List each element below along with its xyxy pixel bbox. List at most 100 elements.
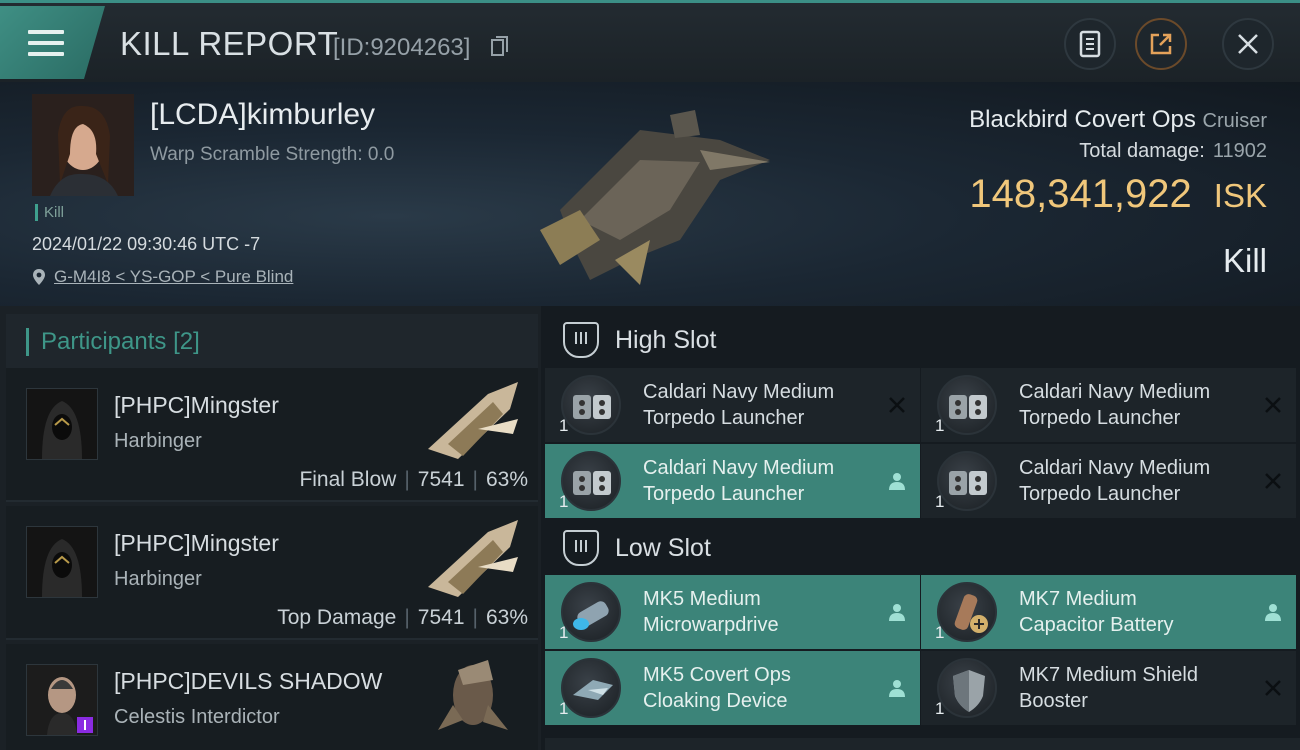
total-damage-label: Total damage:: [1079, 140, 1205, 162]
participant-card[interactable]: [PHPC]DEVILS SHADOW Celestis Interdictor: [6, 644, 538, 750]
fitting-item[interactable]: 1 MK7 Medium Capacitor Battery: [921, 575, 1296, 649]
mid-slot-header-partial: [545, 738, 1300, 750]
high-slot-label: High Slot: [615, 325, 717, 354]
high-slot-header: High Slot: [545, 310, 1300, 370]
participant-ship-image: [428, 382, 518, 459]
close-button[interactable]: [1222, 18, 1274, 70]
fitting-item[interactable]: 1 Caldari Navy Medium Torpedo Launcher: [545, 444, 920, 518]
victim-ship-image: [540, 110, 770, 285]
ship-name-text: Blackbird Covert Ops: [969, 106, 1196, 133]
fitting-item[interactable]: 1 Caldari Navy Medium Torpedo Launcher: [921, 368, 1296, 442]
low-slot-header: Low Slot: [545, 518, 1300, 578]
participant-card[interactable]: [PHPC]Mingster Harbinger Top Damage | 7541…: [6, 506, 538, 640]
destroyed-x-icon: [1265, 473, 1281, 489]
isk-value: 148,341,922 ISK: [969, 172, 1267, 217]
kill-datetime: 2024/01/22 09:30:46 UTC -7: [32, 234, 261, 254]
item-name: MK5 Covert Ops Cloaking Device: [643, 664, 791, 712]
high-slot-icon: [563, 322, 599, 358]
ship-class: Cruiser: [1202, 110, 1267, 132]
total-damage: Total damage: 11902: [1079, 140, 1267, 163]
participant-damage: 7541: [417, 468, 465, 491]
result-label: Kill: [1222, 242, 1267, 279]
destroyed-x-icon: [889, 397, 905, 413]
close-icon: [1238, 34, 1258, 54]
fitting-panel: High Slot 1 Caldari Navy Medium Torpedo L…: [541, 306, 1300, 750]
item-quantity: 1: [559, 416, 569, 435]
fitting-item[interactable]: 1 Caldari Navy Medium Torpedo Launcher: [921, 444, 1296, 518]
torpedo-launcher-icon: [561, 451, 621, 511]
item-name: Caldari Navy Medium Torpedo Launcher: [1019, 381, 1211, 429]
isk-amount: 148,341,922: [969, 172, 1192, 216]
item-quantity: 1: [935, 416, 945, 435]
participant-avatar: [26, 526, 98, 598]
torpedo-launcher-icon: [937, 451, 997, 511]
cloaking-device-icon: [561, 658, 621, 718]
share-button[interactable]: [1135, 18, 1187, 70]
participant-avatar: [26, 388, 98, 460]
capacitor-battery-icon: [937, 582, 997, 642]
victim-name[interactable]: [LCDA]kimburley: [150, 98, 375, 132]
torpedo-launcher-icon: [937, 375, 997, 435]
item-quantity: 1: [559, 623, 569, 642]
report-id: [ID:9204263]: [333, 34, 471, 61]
participant-ship-image: [438, 660, 508, 730]
total-damage-value: 11902: [1212, 140, 1267, 162]
victim-banner: [LCDA]kimburley Warp Scramble Strength: …: [0, 82, 1300, 306]
participants-header: Participants [2]: [6, 314, 538, 370]
dropped-person-icon: [1265, 604, 1281, 621]
participant-name: [PHPC]DEVILS SHADOW: [114, 668, 383, 694]
participant-role: Final Blow: [299, 468, 397, 491]
dropped-person-icon: [889, 680, 905, 697]
warp-scramble-strength: Warp Scramble Strength: 0.0: [150, 144, 395, 165]
participant-ship: Harbinger: [114, 430, 202, 452]
fitting-item[interactable]: 1 Caldari Navy Medium Torpedo Launcher: [545, 368, 920, 442]
share-icon: [1150, 33, 1172, 55]
torpedo-launcher-icon: [561, 375, 621, 435]
fitting-item[interactable]: 1 MK5 Covert Ops Cloaking Device: [545, 651, 920, 725]
page-title: KILL REPORT: [120, 25, 339, 62]
participant-stats: Top Damage | 7541 | 63%: [277, 606, 528, 629]
victim-portrait[interactable]: [32, 94, 134, 196]
menu-button[interactable]: [0, 6, 105, 79]
kill-location[interactable]: G-M4I8 < YS-GOP < Pure Blind: [32, 267, 293, 287]
low-slot-icon: [563, 530, 599, 566]
item-name: MK7 Medium Capacitor Battery: [1019, 588, 1174, 636]
clipboard-icon: [1079, 30, 1101, 58]
participant-role: Top Damage: [277, 606, 397, 629]
participant-ship-image: [428, 520, 518, 597]
microwarpdrive-icon: [561, 582, 621, 642]
dropped-person-icon: [889, 604, 905, 621]
item-quantity: 1: [559, 492, 569, 511]
participant-ship: Harbinger: [114, 568, 202, 590]
low-slot-label: Low Slot: [615, 533, 711, 562]
participant-name: [PHPC]Mingster: [114, 530, 279, 556]
dropped-person-icon: [889, 473, 905, 490]
item-quantity: 1: [935, 699, 945, 718]
victim-ship[interactable]: Blackbird Covert Ops Cruiser: [969, 106, 1267, 134]
item-name: Caldari Navy Medium Torpedo Launcher: [643, 457, 835, 505]
participant-stats: Final Blow | 7541 | 63%: [299, 468, 528, 491]
item-quantity: 1: [935, 492, 945, 511]
fitting-item[interactable]: 1 MK5 Medium Microwarpdrive: [545, 575, 920, 649]
location-link[interactable]: G-M4I8 < YS-GOP < Pure Blind: [54, 267, 293, 287]
fitting-item[interactable]: 1 MK7 Medium Shield Booster: [921, 651, 1296, 725]
item-quantity: 1: [935, 623, 945, 642]
participant-percent: 63%: [485, 606, 528, 629]
menu-icon: [28, 30, 64, 58]
participant-percent: 63%: [485, 468, 528, 491]
participants-label: Participants: [41, 328, 167, 355]
destroyed-x-icon: [1265, 680, 1281, 696]
item-name: Caldari Navy Medium Torpedo Launcher: [1019, 457, 1211, 505]
item-name: MK7 Medium Shield Booster: [1019, 664, 1198, 712]
participant-ship: Celestis Interdictor: [114, 706, 280, 728]
participants-count: [2]: [173, 328, 200, 355]
destroyed-x-icon: [1265, 397, 1281, 413]
kill-tag: Kill: [35, 204, 64, 221]
shield-booster-icon: [937, 658, 997, 718]
participants-panel: Participants [2] [PHPC]Mingster Harbinge…: [0, 306, 541, 750]
clipboard-button[interactable]: [1064, 18, 1116, 70]
participant-card[interactable]: [PHPC]Mingster Harbinger Final Blow | 7541…: [6, 368, 538, 502]
header-bar: KILL REPORT [ID:9204263]: [0, 0, 1300, 82]
participant-avatar: [26, 664, 98, 736]
copy-icon[interactable]: [491, 36, 509, 58]
